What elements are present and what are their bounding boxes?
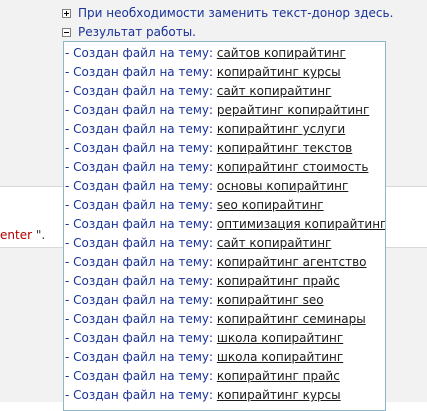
result-file-link[interactable]: сайтов копирайтинг — [217, 46, 346, 60]
result-line: - Создан файл на тему: школа копирайтинг — [65, 330, 343, 347]
result-file-link[interactable]: школа копирайтинг — [217, 350, 343, 364]
result-line: - Создан файл на тему: копирайтинг агент… — [65, 254, 367, 271]
result-line: - Создан файл на тему: копирайтинг стоим… — [65, 159, 368, 176]
result-file-link[interactable]: основы копирайтинг — [217, 179, 348, 193]
result-line: - Создан файл на тему: seo копирайтинг — [65, 197, 324, 214]
expand-icon[interactable] — [62, 8, 71, 18]
background-instruction-fragment: enter ". — [0, 228, 45, 242]
result-file-link[interactable]: школа копирайтинг — [217, 331, 343, 345]
result-prefix: - Создан файл на тему: — [65, 369, 217, 383]
collapse-icon[interactable] — [62, 27, 71, 37]
result-prefix: - Создан файл на тему: — [65, 84, 217, 98]
result-file-link[interactable]: копирайтинг прайс — [217, 274, 340, 288]
result-prefix: - Создан файл на тему: — [65, 46, 217, 60]
result-line: - Создан файл на тему: копирайтинг прайс — [65, 368, 340, 385]
result-line: - Создан файл на тему: копирайтинг seo — [65, 292, 324, 309]
result-line: - Создан файл на тему: копирайтинг семин… — [65, 311, 366, 328]
result-file-link[interactable]: сайт копирайтинг — [217, 84, 332, 98]
result-file-link[interactable]: копирайтинг курсы — [217, 388, 341, 402]
enter-keyword: enter — [0, 228, 33, 242]
instruction-tail: ". — [32, 228, 46, 242]
result-line: - Создан файл на тему: оптимизация копир… — [65, 216, 385, 233]
result-line: - Создан файл на тему: копирайтинг услуг… — [65, 121, 345, 138]
results-panel: - Создан файл на тему: сайтов копирайтин… — [63, 41, 386, 411]
result-line: - Создан файл на тему: копирайтинг текст… — [65, 140, 352, 157]
result-prefix: - Создан файл на тему: — [65, 103, 217, 117]
result-file-link[interactable]: сайт копирайтинг — [217, 236, 332, 250]
result-file-link[interactable]: копирайтинг услуги — [217, 122, 345, 136]
result-prefix: - Создан файл на тему: — [65, 198, 217, 212]
result-file-link[interactable]: копирайтинг агентство — [217, 255, 367, 269]
result-prefix: - Создан файл на тему: — [65, 312, 217, 326]
result-line: - Создан файл на тему: сайтов копирайтин… — [65, 45, 346, 62]
result-file-link[interactable]: рерайтинг копирайтинг — [217, 103, 369, 117]
result-prefix: - Создан файл на тему: — [65, 388, 217, 402]
result-line: - Создан файл на тему: копирайтинг курсы — [65, 64, 341, 81]
result-line: - Создан файл на тему: школа копирайтинг — [65, 349, 343, 366]
result-prefix: - Создан файл на тему: — [65, 255, 217, 269]
tree-node-results[interactable]: Результат работы. — [62, 25, 196, 39]
result-line: - Создан файл на тему: рерайтинг копирай… — [65, 102, 369, 119]
result-file-link[interactable]: копирайтинг курсы — [217, 65, 341, 79]
result-prefix: - Создан файл на тему: — [65, 65, 217, 79]
result-line: - Создан файл на тему: копирайтинг курсы — [65, 387, 341, 404]
result-prefix: - Создан файл на тему: — [65, 350, 217, 364]
result-file-link[interactable]: seo копирайтинг — [217, 198, 324, 212]
tree-node-replace-donor[interactable]: При необходимости заменить текст-донор з… — [62, 6, 393, 20]
result-prefix: - Создан файл на тему: — [65, 217, 217, 231]
result-prefix: - Создан файл на тему: — [65, 293, 217, 307]
result-prefix: - Создан файл на тему: — [65, 274, 217, 288]
result-prefix: - Создан файл на тему: — [65, 122, 217, 136]
result-file-link[interactable]: копирайтинг семинары — [217, 312, 366, 326]
result-line: - Создан файл на тему: копирайтинг прайс — [65, 273, 340, 290]
replace-donor-label[interactable]: При необходимости заменить текст-донор з… — [78, 6, 393, 20]
result-file-link[interactable]: копирайтинг стоимость — [217, 160, 369, 174]
result-prefix: - Создан файл на тему: — [65, 331, 217, 345]
result-prefix: - Создан файл на тему: — [65, 141, 217, 155]
results-label[interactable]: Результат работы. — [78, 25, 196, 39]
result-line: - Создан файл на тему: сайт копирайтинг — [65, 235, 331, 252]
result-line: - Создан файл на тему: сайт копирайтинг — [65, 83, 331, 100]
result-file-link[interactable]: копирайтинг прайс — [217, 369, 340, 383]
result-file-link[interactable]: оптимизация копирайтинг — [217, 217, 385, 231]
result-file-link[interactable]: копирайтинг seo — [217, 293, 324, 307]
result-line: - Создан файл на тему: основы копирайтин… — [65, 178, 348, 195]
result-prefix: - Создан файл на тему: — [65, 236, 217, 250]
result-file-link[interactable]: копирайтинг текстов — [217, 141, 352, 155]
result-prefix: - Создан файл на тему: — [65, 160, 217, 174]
result-prefix: - Создан файл на тему: — [65, 179, 217, 193]
